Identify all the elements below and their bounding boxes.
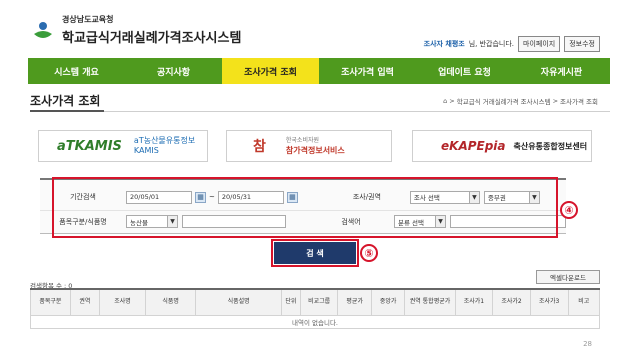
breadcrumb-separator-icon: > — [552, 97, 559, 105]
kamis-subtitle: KAMIS — [133, 146, 159, 155]
nav-item-system-overview[interactable]: 시스템 개요 — [28, 58, 125, 84]
price-info-banner-text: 한국소비자원 참가격정보서비스 — [286, 136, 345, 156]
kamis-banner-text: aT농산물유통정보 KAMIS — [134, 136, 195, 156]
org-name: 경상남도교육청 — [62, 15, 114, 24]
kamis-banner-link[interactable]: aTKAMIS aT농산물유통정보 KAMIS — [38, 130, 208, 162]
column-header: 중앙가 — [370, 288, 406, 316]
breadcrumb: ⌂ > 학교급식 거래실례가격 조사시스템 > 조사가격 조회 — [443, 96, 598, 106]
column-header: 비고 — [567, 288, 601, 316]
ekapepia-banner-link[interactable]: eKAPEpia 축산유통종합정보센터 — [412, 130, 592, 162]
breadcrumb-item: 조사가격 조회 — [560, 98, 598, 106]
empty-message: 내역이 없습니다. — [30, 314, 600, 329]
highlight-box — [52, 177, 558, 238]
title-divider — [30, 111, 610, 112]
nav-item-price-input[interactable]: 조사가격 입력 — [319, 58, 416, 84]
price-info-banner-link[interactable]: 참 한국소비자원 참가격정보서비스 — [226, 130, 392, 162]
main-nav: 시스템 개요 공지사항 조사가격 조회 조사가격 입력 업데이트 요청 자유게시… — [28, 58, 610, 84]
nav-item-price-inquiry[interactable]: 조사가격 조회 — [222, 58, 319, 84]
ekapepia-logo-icon: eKAPEpia — [441, 139, 506, 153]
breadcrumb-item[interactable]: 학교급식 거래실례가격 조사시스템 — [457, 96, 551, 106]
nav-item-free-board[interactable]: 자유게시판 — [513, 58, 610, 84]
column-header: 품목구분 — [30, 288, 71, 316]
greeting-text: 님, 반갑습니다. — [468, 40, 515, 48]
breadcrumb-separator-icon: > — [449, 97, 455, 105]
title-underline — [30, 110, 104, 112]
site-logo[interactable]: 경상남도교육청 학교급식거래실례가격조사시스템 — [28, 6, 288, 50]
column-header: 평균가 — [337, 288, 372, 316]
page-title: 조사가격 조회 — [30, 94, 101, 108]
edit-info-button[interactable]: 정보수정 — [564, 36, 600, 52]
column-header: 조사명 — [99, 288, 147, 316]
column-header: 비교그룹 — [299, 288, 339, 316]
ekapepia-title: 축산유통종합정보센터 — [513, 141, 588, 151]
column-header: 식품설명 — [195, 288, 282, 316]
page-number: 28 — [583, 340, 592, 348]
table-row: 내역이 없습니다. — [30, 314, 600, 329]
nav-item-notices[interactable]: 공지사항 — [125, 58, 222, 84]
user-name: 조사자 채평조 — [423, 40, 465, 48]
column-header: 권역 — [69, 288, 101, 316]
search-button[interactable]: 검 색 — [271, 239, 359, 267]
mypage-button[interactable]: 마이페이지 — [518, 36, 561, 52]
system-name: 학교급식거래실례가격조사시스템 — [62, 31, 242, 46]
consumer-agency-label: 한국소비자원 — [285, 137, 320, 144]
price-info-title: 참가격정보서비스 — [285, 146, 345, 155]
user-bar: 조사자 채평조 님, 반갑습니다. 마이페이지 정보수정 — [424, 36, 600, 52]
table-header-row: 품목구분 권역 조사명 식품명 식품설명 단위 비교그룹 평균가 중앙가 권역 … — [30, 288, 601, 316]
column-header: 권역 통합평균가 — [404, 288, 456, 316]
nav-item-update-request[interactable]: 업데이트 요청 — [416, 58, 513, 84]
column-header: 조사가3 — [529, 288, 569, 316]
annotation-marker-4: ④ — [560, 201, 578, 219]
chamgagyeok-logo-icon: 참 — [253, 139, 266, 155]
column-header: 조사가2 — [492, 288, 531, 316]
home-icon[interactable]: ⌂ — [443, 97, 447, 105]
education-office-emblem-icon — [34, 22, 52, 38]
results-table: 품목구분 권역 조사명 식품명 식품설명 단위 비교그룹 평균가 중앙가 권역 … — [30, 288, 601, 329]
kamis-title: aT농산물유통정보 — [133, 136, 196, 145]
column-header: 조사가1 — [454, 288, 494, 316]
kamis-logo-icon: aTKAMIS — [57, 138, 122, 154]
excel-download-button[interactable]: 엑셀다운로드 — [536, 270, 600, 284]
column-header: 식품명 — [145, 288, 197, 316]
annotation-marker-5: ⑤ — [360, 244, 378, 262]
column-header: 단위 — [281, 288, 301, 316]
